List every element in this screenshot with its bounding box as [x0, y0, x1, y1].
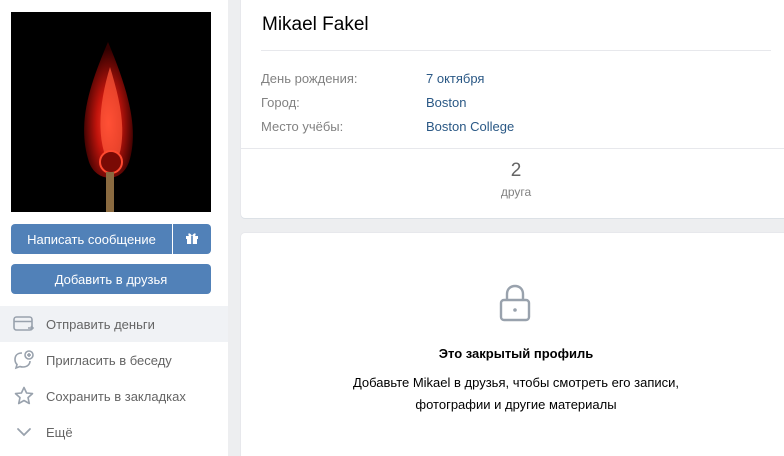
school-label: Место учёбы: — [261, 118, 344, 134]
friends-count: 2 — [510, 160, 522, 181]
profile-name: Mikael Fakel — [262, 14, 369, 35]
save-bookmark-label: Сохранить в закладках — [46, 388, 186, 404]
divider — [241, 148, 784, 149]
profile-info-card: Mikael Fakel День рождения: 7 октября Го… — [241, 0, 784, 218]
private-profile-description: Добавьте Mikael в друзья, чтобы смотреть… — [241, 372, 784, 416]
divider — [261, 50, 771, 51]
send-money-label: Отправить деньги — [46, 316, 155, 332]
friends-counter[interactable]: 2 друга — [241, 160, 784, 199]
profile-actions: Отправить деньги Пригласить в беседу Сох… — [0, 306, 228, 450]
private-profile-line-2: фотографии и другие материалы — [415, 397, 617, 412]
private-profile-line-1: Добавьте Mikael в друзья, чтобы смотреть… — [352, 375, 680, 390]
avatar[interactable] — [11, 12, 211, 212]
more-label: Ещё — [46, 424, 73, 440]
school-value[interactable]: Boston College — [426, 119, 514, 134]
save-bookmark-action[interactable]: Сохранить в закладках — [0, 378, 228, 414]
money-transfer-icon — [13, 313, 35, 335]
left-column: Написать сообщение Добавить в друзья Отп… — [0, 0, 228, 456]
invite-chat-icon — [13, 349, 35, 371]
write-message-button[interactable]: Написать сообщение — [11, 224, 172, 254]
add-friend-button[interactable]: Добавить в друзья — [11, 264, 211, 294]
star-icon — [13, 385, 35, 407]
primary-actions: Написать сообщение — [11, 224, 211, 254]
chevron-down-icon — [13, 421, 35, 443]
city-row: Город: Boston — [261, 90, 514, 114]
birthday-row: День рождения: 7 октября — [261, 66, 514, 90]
invite-to-chat-label: Пригласить в беседу — [46, 352, 172, 368]
private-profile-card: Это закрытый профиль Добавьте Mikael в д… — [241, 233, 784, 456]
birthday-value[interactable]: 7 октября — [426, 71, 484, 86]
profile-details: День рождения: 7 октября Город: Boston М… — [261, 66, 514, 138]
private-profile-title: Это закрытый профиль — [438, 346, 594, 361]
birthday-label: День рождения: — [261, 70, 358, 86]
invite-to-chat-action[interactable]: Пригласить в беседу — [0, 342, 228, 378]
gift-icon — [185, 231, 199, 248]
lock-icon — [498, 283, 532, 328]
gift-button[interactable] — [173, 224, 211, 254]
friends-caption: друга — [500, 185, 532, 199]
city-label: Город: — [261, 94, 300, 110]
send-money-action[interactable]: Отправить деньги — [0, 306, 228, 342]
city-value[interactable]: Boston — [426, 95, 466, 110]
school-row: Место учёбы: Boston College — [261, 114, 514, 138]
more-action[interactable]: Ещё — [0, 414, 228, 450]
